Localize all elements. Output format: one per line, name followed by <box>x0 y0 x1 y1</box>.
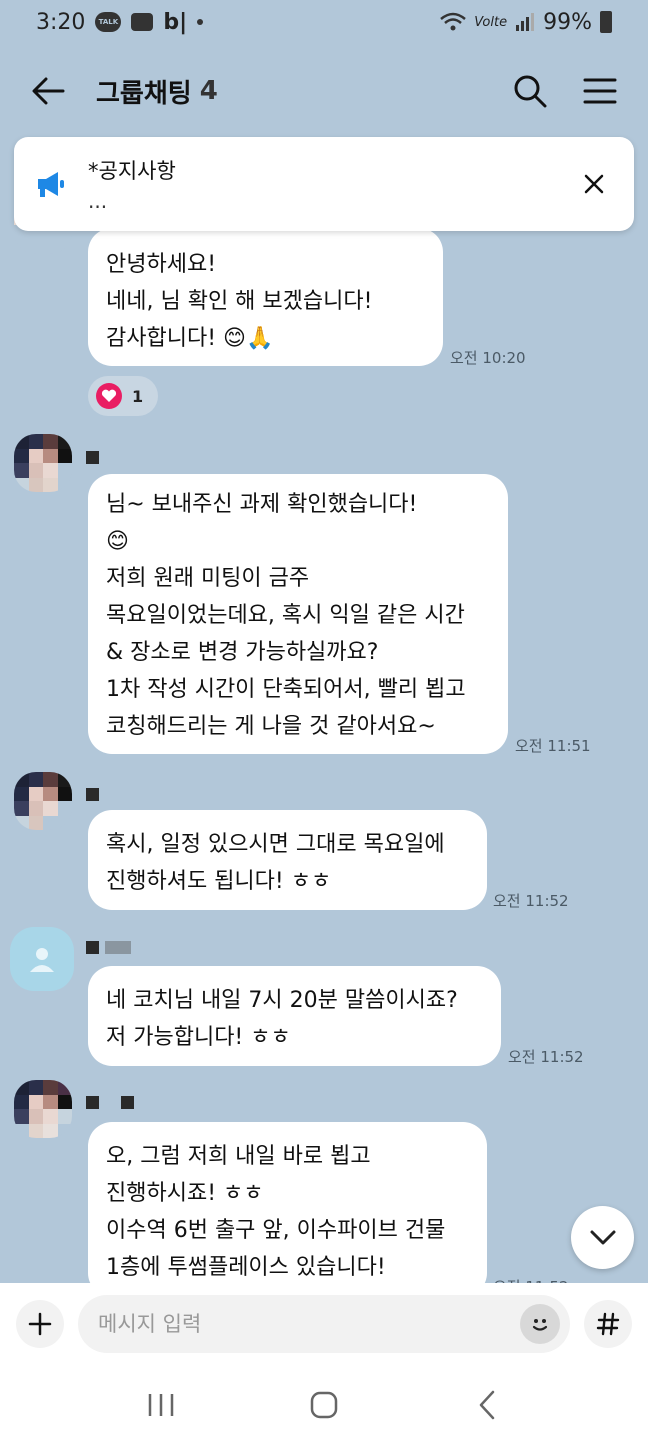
message-time: 오전 11:51 <box>515 737 591 755</box>
notice-banner[interactable]: *공지사항 ... <box>14 137 634 231</box>
more-notifications-icon <box>197 19 204 25</box>
message-time: 오전 10:20 <box>450 349 526 367</box>
wifi-icon <box>440 12 467 31</box>
member-count: 4 <box>199 76 218 106</box>
sender-name <box>86 1095 140 1113</box>
heart-icon <box>96 383 122 409</box>
scroll-to-bottom-button[interactable] <box>571 1206 634 1269</box>
volte-icon: Volte <box>474 14 508 30</box>
message-bubble[interactable]: 안녕하세요! 네네, 님 확인 해 보겠습니다! 감사합니다! 😊🙏 <box>88 228 443 366</box>
battery-percent: 99% <box>543 9 592 35</box>
notice-preview: ... <box>88 189 108 213</box>
message-time: 오전 11:52 <box>493 892 569 910</box>
megaphone-icon <box>38 172 64 197</box>
gallery-notification-icon <box>131 13 154 31</box>
kakaotalk-notification-icon: TALK <box>95 12 122 32</box>
reaction-badge[interactable]: 1 <box>88 376 158 416</box>
status-bar: 3:20 TALK b| Volte 99% <box>0 0 648 44</box>
notice-title: *공지사항 <box>88 159 176 183</box>
hashtag-icon <box>596 1312 620 1336</box>
sender-avatar[interactable] <box>14 772 72 830</box>
hamburger-menu-icon <box>583 78 617 104</box>
attach-button[interactable] <box>16 1300 64 1348</box>
chat-title: 그룹채팅 <box>96 78 192 109</box>
chat-header: 그룹채팅 4 <box>0 56 648 126</box>
notice-close-button[interactable] <box>574 164 614 204</box>
sender-avatar[interactable] <box>14 434 72 492</box>
system-back-button[interactable] <box>457 1380 517 1430</box>
close-icon <box>584 174 604 194</box>
search-button[interactable] <box>510 71 550 111</box>
sender-name <box>86 450 105 468</box>
message-bubble[interactable]: 님~ 보내주신 과제 확인했습니다! 😊 저희 원래 미팅이 금주 목요일이었는… <box>88 474 508 754</box>
smiley-icon <box>532 1319 548 1331</box>
chevron-left-icon <box>479 1390 494 1420</box>
plus-icon <box>28 1312 52 1336</box>
system-navigation-bar <box>0 1365 648 1445</box>
recent-apps-button[interactable] <box>131 1380 191 1430</box>
back-button[interactable] <box>28 71 68 111</box>
message-bubble[interactable]: 혹시, 일정 있으시면 그대로 목요일에 진행하셔도 됩니다! ㅎㅎ <box>88 810 487 910</box>
sender-name <box>86 940 131 958</box>
hashtag-search-button[interactable] <box>584 1300 632 1348</box>
battery-icon <box>600 11 612 33</box>
signal-icon <box>516 13 535 31</box>
message-field[interactable] <box>78 1295 570 1353</box>
arrow-left-icon <box>32 77 65 105</box>
home-icon <box>310 1391 338 1419</box>
message-input[interactable] <box>98 1312 520 1336</box>
reaction-count: 1 <box>132 386 144 406</box>
user-icon <box>30 948 54 972</box>
menu-button[interactable] <box>580 71 620 111</box>
emoticon-button[interactable] <box>520 1304 560 1344</box>
sender-avatar[interactable] <box>14 1080 72 1138</box>
default-avatar[interactable] <box>10 927 74 991</box>
sender-name <box>86 787 105 805</box>
message-time: 오전 11:52 <box>508 1048 584 1066</box>
search-icon <box>514 75 547 108</box>
recent-apps-icon <box>149 1394 174 1416</box>
message-input-bar <box>0 1283 648 1365</box>
chevron-down-icon <box>590 1230 615 1244</box>
home-button[interactable] <box>294 1380 354 1430</box>
message-bubble[interactable]: 네 코치님 내일 7시 20분 말씀이시죠? 저 가능합니다! ㅎㅎ <box>88 966 501 1066</box>
message-bubble[interactable]: 오, 그럼 저희 내일 바로 뵙고 진행하시죠! ㅎㅎ 이수역 6번 출구 앞,… <box>88 1122 487 1297</box>
blog-notification-icon: b| <box>163 9 188 35</box>
status-time: 3:20 <box>36 9 86 35</box>
